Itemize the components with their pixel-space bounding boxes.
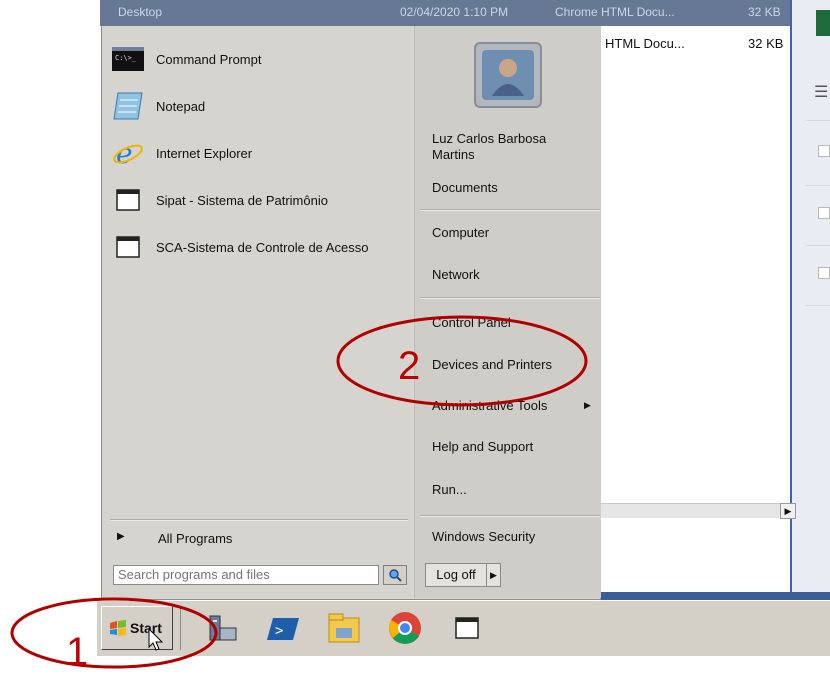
annotation-layer xyxy=(10,315,588,669)
annotation-number-2: 2 xyxy=(398,344,421,388)
annotation-number-1: 1 xyxy=(66,630,89,674)
annotation-circle-2 xyxy=(336,315,588,407)
annotation-circle-1 xyxy=(10,597,218,669)
